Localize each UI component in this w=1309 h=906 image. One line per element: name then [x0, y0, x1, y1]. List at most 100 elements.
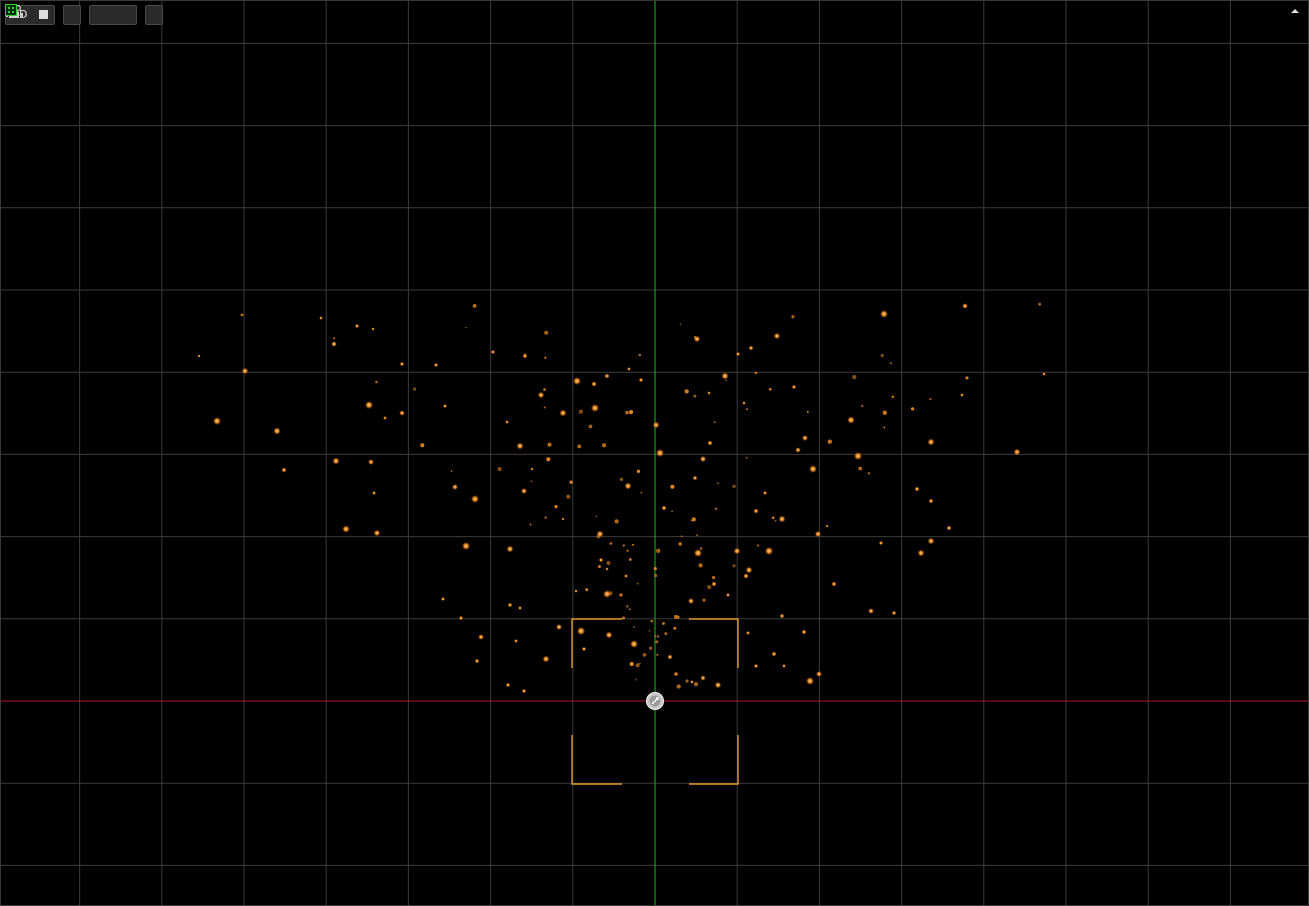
- gizmo-toggle-button[interactable]: [6, 4, 137, 25]
- particle-spark: [656, 548, 661, 553]
- particle-spark: [676, 684, 681, 689]
- particle-spark: [702, 598, 706, 602]
- particle-spark: [332, 337, 336, 340]
- particle: [629, 639, 639, 649]
- particle-spark: [858, 466, 863, 471]
- particle: [517, 605, 523, 611]
- particle-spark: [625, 410, 629, 415]
- particle-spark: [595, 515, 598, 518]
- particle-spark: [662, 622, 665, 625]
- collapse-toolbar-icon[interactable]: [1291, 9, 1299, 13]
- particle: [687, 597, 695, 605]
- origin-handle-icon[interactable]: [646, 692, 664, 710]
- particle-spark: [929, 397, 932, 401]
- scene-canvas[interactable]: [1, 1, 1309, 906]
- particle: [743, 573, 749, 579]
- particle-spark: [420, 443, 425, 448]
- particle-spark: [638, 662, 641, 665]
- particle: [212, 416, 222, 426]
- particle: [581, 646, 587, 652]
- particle-spark: [713, 421, 716, 424]
- particle-spark: [806, 410, 809, 413]
- particle: [638, 377, 644, 383]
- particle-spark: [699, 547, 703, 550]
- particle-spark: [654, 574, 658, 578]
- particle: [927, 438, 935, 446]
- particle-spark: [633, 626, 635, 628]
- particle: [779, 613, 785, 619]
- particle: [371, 327, 375, 331]
- particle: [572, 376, 582, 386]
- particle-spark: [596, 534, 601, 539]
- particle-spark: [678, 542, 682, 546]
- particle: [624, 482, 632, 490]
- particle-spark: [680, 535, 683, 538]
- particle: [451, 483, 459, 491]
- particle: [946, 525, 952, 531]
- particle-spark: [745, 456, 748, 459]
- particle: [383, 416, 387, 420]
- particle-spark: [543, 406, 546, 409]
- particle: [847, 416, 855, 424]
- particle: [626, 366, 632, 372]
- particle-spark: [860, 404, 864, 408]
- particle-spark: [691, 517, 696, 522]
- particle: [598, 557, 604, 563]
- particle-spark: [693, 336, 697, 339]
- particle-spark: [626, 549, 629, 552]
- particle: [778, 515, 786, 523]
- particle-spark: [530, 480, 533, 483]
- particle-spark: [889, 361, 892, 365]
- particle-spark: [640, 491, 643, 494]
- particle-spark: [693, 394, 697, 398]
- particle: [917, 549, 925, 557]
- particle-spark: [628, 558, 632, 561]
- particle-spark: [880, 353, 884, 358]
- particle-spark: [717, 482, 719, 485]
- particle-spark: [883, 426, 886, 429]
- particle-spark: [601, 443, 607, 448]
- particle-spark: [648, 629, 651, 632]
- particle: [831, 581, 837, 587]
- particle-spark: [725, 379, 728, 382]
- particle-spark: [827, 439, 832, 444]
- particle-spark: [771, 516, 775, 520]
- particle-spark: [577, 444, 582, 449]
- particle: [693, 548, 703, 558]
- particle: [513, 638, 519, 644]
- particle: [927, 537, 935, 545]
- particle: [781, 663, 787, 669]
- particle-spark: [910, 407, 915, 411]
- particle-spark: [711, 575, 716, 580]
- particle-spark: [655, 640, 659, 644]
- particle: [197, 354, 201, 358]
- particle: [507, 602, 513, 608]
- particle: [342, 525, 350, 533]
- particle: [891, 610, 897, 616]
- particle: [762, 490, 768, 496]
- particle: [801, 629, 807, 635]
- particle-spark: [547, 442, 552, 447]
- grid-snap-icon: [5, 4, 17, 16]
- particle-spark: [754, 371, 758, 375]
- square-icon: [39, 10, 48, 19]
- particle: [604, 373, 610, 379]
- particle: [354, 323, 360, 329]
- grid-snap-button[interactable]: [5, 4, 163, 25]
- particle: [367, 458, 375, 466]
- particle-spark: [614, 519, 619, 524]
- particle: [574, 589, 578, 593]
- particle: [1042, 372, 1046, 376]
- split-view-button[interactable]: [5, 4, 81, 25]
- particle: [521, 688, 527, 694]
- particle-spark: [654, 635, 657, 638]
- particle: [725, 592, 731, 598]
- particle: [700, 675, 706, 681]
- particle-spark: [882, 410, 887, 415]
- particle-spark: [622, 544, 625, 547]
- scene-viewport[interactable]: 2D: [0, 0, 1309, 906]
- particle: [791, 384, 797, 390]
- particle-spark: [622, 616, 625, 620]
- particle-spark: [756, 544, 760, 547]
- particle-spark: [632, 543, 634, 546]
